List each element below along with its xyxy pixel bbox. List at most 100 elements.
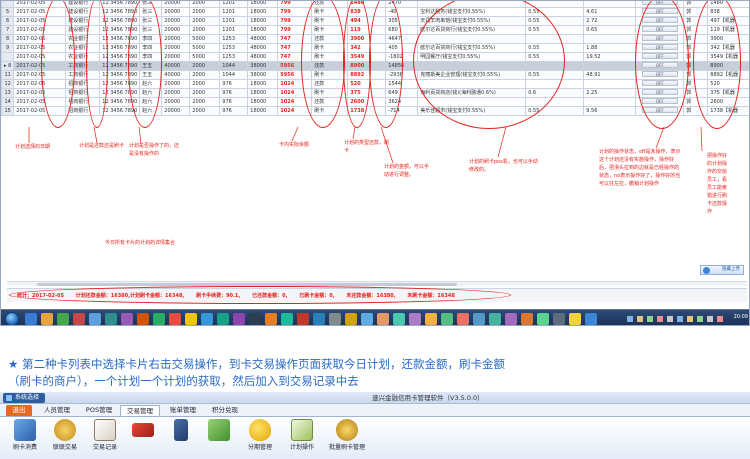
- red-card-button[interactable]: [128, 419, 158, 459]
- taskbar-app-icon[interactable]: [169, 313, 181, 325]
- grid-screenshot: 2017-02-05 建设银行 12 3456 7890 张三 20000 2000 120…: [0, 0, 750, 326]
- card-column-ring: [128, 1, 162, 128]
- card-swipe-button[interactable]: 刷卡消费: [6, 419, 44, 459]
- taskbar-app-icon[interactable]: [361, 313, 373, 325]
- taskbar-app-icon[interactable]: [201, 313, 213, 325]
- gold-coin-icon: [336, 419, 358, 441]
- annotation-type: 计划的类型还款，刷 卡: [344, 140, 390, 154]
- taskbar-app-icon[interactable]: [393, 313, 405, 325]
- linked-trade-button[interactable]: 联联交易: [46, 419, 84, 459]
- taskbar-app-icon[interactable]: [89, 313, 101, 325]
- taskbar-app-icon[interactable]: [121, 313, 133, 325]
- taskbar-app-icon[interactable]: [409, 313, 421, 325]
- annotation-date: 计划选择的日期: [15, 144, 51, 150]
- taskbar-app-icon[interactable]: [585, 313, 597, 325]
- taskbar-app-icon[interactable]: [489, 313, 501, 325]
- coins-icon: [54, 419, 76, 441]
- annotation-staff: 把操作好 的计划操 作的交给 员工，看 员工能索 错进行刷 卡还款操 作: [707, 153, 728, 215]
- annotation-pos: 计划的刷卡pos机，也可以手动 修改的。: [469, 159, 538, 173]
- taskbar-app-icon[interactable]: [73, 313, 85, 325]
- tab-personnel[interactable]: 人员管理: [38, 405, 76, 416]
- taskbar-app-icon[interactable]: [137, 313, 149, 325]
- taskbar-app-icon[interactable]: [313, 313, 325, 325]
- tab-bills[interactable]: 账单管理: [164, 405, 202, 416]
- bank-column-ring: [86, 1, 108, 128]
- taskbar-app-icon[interactable]: [537, 313, 549, 325]
- status-column-ring: [635, 1, 689, 129]
- taskbar-app-icon[interactable]: [569, 313, 581, 325]
- taskbar-app-icon[interactable]: [377, 313, 389, 325]
- taskbar-app-icon[interactable]: [281, 313, 293, 325]
- linked-trade-label: 联联交易: [52, 444, 77, 451]
- system-tray: [627, 315, 727, 323]
- installment-button[interactable]: 分期管理: [240, 419, 280, 459]
- annotation-status: 计划的操作状态，off是未操作，表示 这个计划还没有实施操作，操作好 后，把滑头…: [599, 149, 681, 187]
- caption-line-1: ★ 第二种卡列表中选择卡片右击交易操作，到卡交易操作页面获取今日计划，还款金额，…: [8, 356, 648, 373]
- hide-upload-button[interactable]: 隐藏上传: [700, 265, 744, 275]
- taskbar-app-icon[interactable]: [25, 313, 37, 325]
- pos-terminal-button[interactable]: [166, 419, 196, 459]
- taskbar-app-icon[interactable]: [153, 313, 165, 325]
- trade-records-button[interactable]: 交易记录: [86, 419, 124, 459]
- batch-swipe-label: 批量刷卡管理: [328, 444, 365, 451]
- taskbar-clock: 20:09: [733, 314, 748, 320]
- taskbar-app-icon[interactable]: [217, 313, 229, 325]
- caption: ★ 第二种卡列表中选择卡片右击交易操作，到卡交易操作页面获取今日计划，还款金额，…: [8, 356, 648, 390]
- taskbar-app-icon[interactable]: [505, 313, 517, 325]
- card-swipe-icon: [14, 419, 36, 441]
- taskbar-app-icon[interactable]: [425, 313, 437, 325]
- green-box-button[interactable]: [204, 419, 234, 459]
- taskbar-app-icon[interactable]: [57, 313, 69, 325]
- app-title: 速兴金融信用卡管理软件（V3.5.0.0）: [372, 394, 484, 402]
- taskbar-app-icon[interactable]: [297, 313, 309, 325]
- star-icon: ★: [8, 357, 19, 371]
- taskbar-app-icon[interactable]: [329, 313, 341, 325]
- amount-column-ring: [301, 1, 345, 128]
- taskbar-app-icon[interactable]: [457, 313, 469, 325]
- horizontal-scrollbar[interactable]: [7, 281, 747, 286]
- taskbar-app-icon[interactable]: [521, 313, 533, 325]
- card-swipe-label: 刷卡消费: [12, 444, 37, 451]
- annotation-card: 计划是还款还是刷卡: [79, 143, 125, 149]
- batch-swipe-button[interactable]: 批量刷卡管理: [322, 419, 372, 459]
- tab-transactions[interactable]: 交易管理: [120, 405, 160, 416]
- taskbar-app-icon[interactable]: [553, 313, 565, 325]
- summary-ring: [9, 286, 511, 304]
- taskbar-app-icon[interactable]: [441, 313, 453, 325]
- taskbar-app-icon[interactable]: [473, 313, 485, 325]
- hide-upload-label: 隐藏上传: [722, 267, 740, 272]
- taskbar-app-icon[interactable]: [265, 313, 277, 325]
- mark-column-ring: [369, 1, 403, 128]
- taskbar-app-icon[interactable]: [233, 313, 245, 325]
- tab-pos[interactable]: POS管理: [80, 405, 118, 416]
- green-box-icon: [208, 419, 230, 441]
- upload-icon: [703, 267, 710, 274]
- start-button[interactable]: [5, 312, 19, 325]
- tab-points[interactable]: 积分兑现: [206, 405, 244, 416]
- plan-icon: [291, 419, 313, 441]
- taskbar-app-icon[interactable]: [185, 313, 197, 325]
- taskbar: 20:09: [1, 309, 749, 325]
- taskbar-app-icon[interactable]: [41, 313, 53, 325]
- caption-line-2: （刷卡的商户），一个计划一个计划的获取，然后加入到交易记录中去: [8, 374, 359, 388]
- taskbar-app-icon[interactable]: [345, 313, 357, 325]
- ribbon-tabs: 退出 人员管理 POS管理 交易管理 账单管理 积分兑现: [0, 405, 750, 416]
- staff-column-ring: [693, 1, 741, 129]
- notebook-icon: [94, 419, 116, 441]
- tab-quit[interactable]: 退出: [6, 405, 32, 416]
- red-card-icon: [132, 423, 154, 437]
- taskbar-app-icon[interactable]: [249, 313, 261, 325]
- date-column-ring: [41, 1, 75, 128]
- tray-icons: [627, 316, 723, 322]
- plan-operation-label: 计划操作: [289, 444, 314, 451]
- pos-terminal-icon: [174, 419, 188, 441]
- annotation-plan: 今日所有卡片的计划的详情集合: [105, 240, 176, 246]
- type-column-ring: [343, 1, 371, 128]
- annotation-amount: 计划的金额，可以手 动进行调整。: [384, 164, 430, 178]
- annotation-done: 计划是否操作了的，还 是没有操作的: [129, 143, 180, 157]
- ribbon-toolbar: 刷卡消费 联联交易 交易记录 分期管理 计划操作 批量刷卡管理: [0, 416, 750, 459]
- system-menu-button[interactable]: 系统选择: [3, 393, 46, 403]
- plan-operation-button[interactable]: 计划操作: [282, 419, 322, 459]
- title-bar: 系统选择 速兴金融信用卡管理软件（V3.5.0.0）: [0, 392, 750, 404]
- taskbar-app-icon[interactable]: [105, 313, 117, 325]
